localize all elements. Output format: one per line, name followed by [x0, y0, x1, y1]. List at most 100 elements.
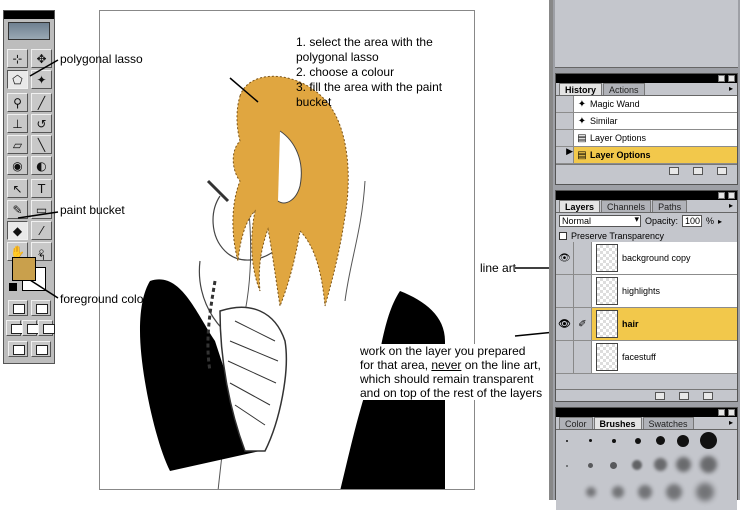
snapshot-checkbox[interactable]: [556, 130, 574, 146]
preserve-transparency-checkbox[interactable]: [559, 231, 567, 240]
tab-color[interactable]: Color: [559, 417, 593, 429]
rectangle-icon[interactable]: ▭: [31, 200, 52, 219]
airbrush-icon[interactable]: ⚲: [7, 93, 28, 112]
move-icon[interactable]: ✥: [31, 49, 52, 68]
pen-icon[interactable]: ✎: [7, 200, 28, 219]
blend-mode-select[interactable]: Normal: [559, 215, 641, 227]
eyedropper-icon[interactable]: ⁄: [31, 221, 52, 240]
layer-row[interactable]: 👁 background copy: [556, 242, 737, 275]
brush-preset[interactable]: [566, 465, 568, 467]
close-icon[interactable]: [728, 192, 735, 199]
paint-bucket-icon[interactable]: ◆: [7, 221, 28, 240]
history-title-bar[interactable]: [556, 74, 737, 83]
polygonal-lasso-icon[interactable]: ⬠: [7, 70, 28, 89]
opacity-input[interactable]: 100: [682, 215, 703, 227]
new-layer-icon[interactable]: [679, 392, 689, 400]
history-item[interactable]: ✦ Similar: [556, 113, 737, 130]
screen-mode-full-menu-button[interactable]: [22, 320, 39, 336]
dodge-icon[interactable]: ◐: [31, 156, 52, 175]
path-selection-icon[interactable]: ↖: [7, 179, 28, 198]
foreground-color-swatch[interactable]: [12, 257, 36, 281]
brush-preset[interactable]: [635, 438, 641, 444]
brush-preset[interactable]: [666, 484, 682, 500]
swap-colors-icon[interactable]: ↰: [38, 253, 46, 263]
add-mask-icon[interactable]: [655, 392, 665, 400]
brush-preset[interactable]: [654, 458, 667, 471]
layer-row-selected[interactable]: 👁 ✐ hair: [556, 308, 737, 341]
brush-preset[interactable]: [589, 439, 592, 442]
default-colors-icon[interactable]: [9, 283, 17, 291]
eraser-icon[interactable]: ▱: [7, 135, 28, 154]
link-slot[interactable]: [574, 275, 592, 307]
screen-mode-full-button[interactable]: [38, 320, 55, 336]
history-item-selected[interactable]: ▶ ▤ Layer Options: [556, 147, 737, 164]
brush-preset[interactable]: [696, 483, 714, 501]
tab-history[interactable]: History: [559, 83, 603, 95]
brush-preset[interactable]: [638, 485, 652, 499]
tab-actions[interactable]: Actions: [603, 83, 645, 95]
brush-preset[interactable]: [612, 486, 624, 498]
eye-icon[interactable]: 👁: [556, 308, 574, 340]
snapshot-checkbox[interactable]: [556, 113, 574, 129]
eye-slot[interactable]: [556, 341, 574, 373]
brush-preset[interactable]: [656, 436, 665, 445]
palette-menu-icon[interactable]: ▸: [729, 417, 733, 429]
layer-row[interactable]: highlights: [556, 275, 737, 308]
new-snapshot-icon[interactable]: [693, 167, 703, 175]
jump-to-imageready-button[interactable]: [8, 341, 28, 357]
brush-preset[interactable]: [676, 457, 691, 472]
brush-preset[interactable]: [632, 460, 642, 470]
screen-mode-standard-button[interactable]: [6, 320, 23, 336]
link-slot[interactable]: [574, 341, 592, 373]
close-icon[interactable]: [728, 75, 735, 82]
minimize-icon[interactable]: [718, 192, 725, 199]
palette-menu-icon[interactable]: ▸: [729, 83, 733, 95]
tab-paths[interactable]: Paths: [652, 200, 688, 212]
blur-icon[interactable]: ◉: [7, 156, 28, 175]
document-canvas[interactable]: 1. select the area with the polygonal la…: [99, 10, 475, 490]
tab-layers[interactable]: Layers: [559, 200, 601, 212]
close-icon[interactable]: [728, 409, 735, 416]
opacity-slider-icon[interactable]: ▸: [718, 217, 722, 226]
paintbrush-icon[interactable]: ╱: [31, 93, 52, 112]
quick-mask-button[interactable]: [31, 300, 51, 316]
snapshot-checkbox[interactable]: [556, 96, 574, 112]
brush-preset[interactable]: [588, 463, 593, 468]
brush-preset[interactable]: [700, 432, 717, 449]
brush-preset[interactable]: [566, 440, 568, 442]
imageready-icon[interactable]: [31, 341, 51, 357]
type-icon[interactable]: T: [31, 179, 52, 198]
paintbrush-icon[interactable]: ✐: [574, 308, 592, 340]
brush-preset[interactable]: [586, 487, 596, 497]
brushes-title-bar[interactable]: [556, 408, 737, 417]
tab-swatches[interactable]: Swatches: [642, 417, 694, 429]
history-item[interactable]: ▤ Layer Options: [556, 130, 737, 147]
palette-menu-icon[interactable]: ▸: [729, 200, 733, 212]
brush-preset[interactable]: [700, 456, 717, 473]
trash-icon[interactable]: [703, 392, 713, 400]
magic-wand-icon[interactable]: ✦: [31, 70, 52, 89]
adobe-logo-icon[interactable]: [8, 22, 50, 40]
layer-row[interactable]: facestuff: [556, 341, 737, 374]
new-document-icon[interactable]: [669, 167, 679, 175]
toolbox-title-bar[interactable]: [4, 11, 54, 19]
crop-icon[interactable]: ⊹: [7, 49, 28, 68]
brush-preset[interactable]: [677, 435, 689, 447]
brush-preset[interactable]: [612, 439, 616, 443]
standard-mode-button[interactable]: [8, 300, 28, 316]
brush-preset[interactable]: [610, 462, 617, 469]
minimize-icon[interactable]: [718, 75, 725, 82]
link-slot[interactable]: [574, 242, 592, 274]
history-item[interactable]: ✦ Magic Wand: [556, 96, 737, 113]
minimize-icon[interactable]: [718, 409, 725, 416]
line-icon[interactable]: ╲: [31, 135, 52, 154]
rubber-stamp-icon[interactable]: ⊥: [7, 114, 28, 133]
eye-slot[interactable]: [556, 275, 574, 307]
history-state-marker-icon[interactable]: ▶: [556, 147, 574, 163]
tab-brushes[interactable]: Brushes: [593, 417, 642, 429]
eye-icon[interactable]: 👁: [556, 242, 574, 274]
tab-channels[interactable]: Channels: [601, 200, 652, 212]
history-brush-icon[interactable]: ↺: [31, 114, 52, 133]
trash-icon[interactable]: [717, 167, 727, 175]
layers-title-bar[interactable]: [556, 191, 737, 200]
